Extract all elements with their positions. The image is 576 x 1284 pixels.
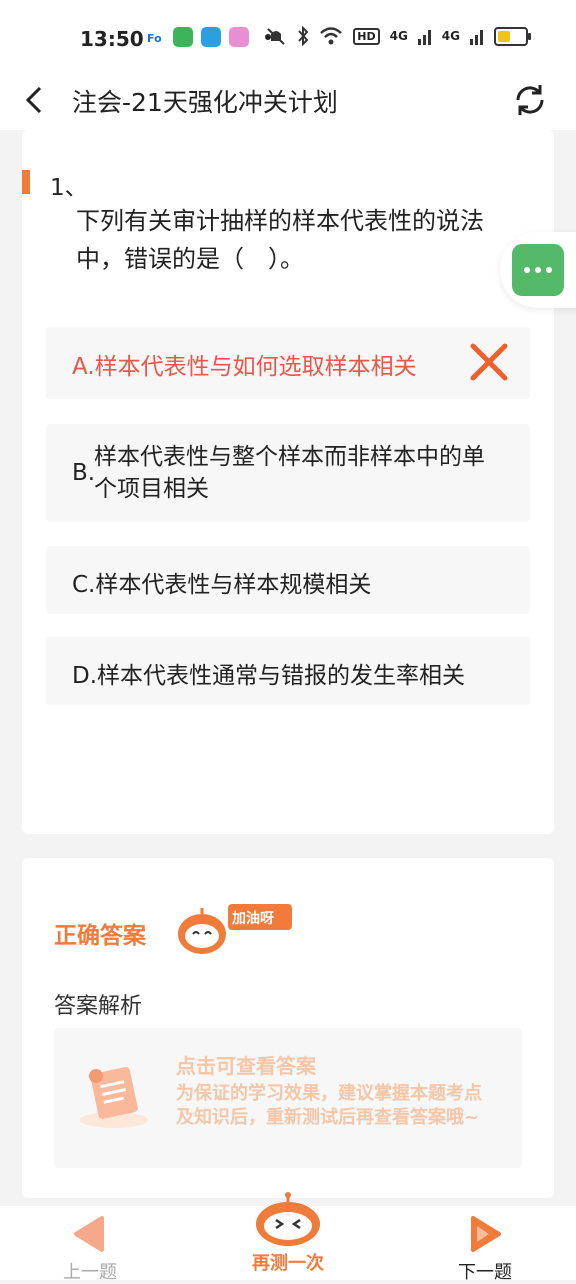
option-a-text: A.样本代表性与如何选取样本相关 <box>72 354 417 380</box>
app-header: 注会-21天强化冲关计划 <box>0 72 576 130</box>
dot-icon <box>546 267 552 273</box>
status-indicators: HD 4G 4G <box>265 26 531 46</box>
svg-text:Fo: Fo <box>147 32 162 45</box>
option-a[interactable]: A.样本代表性与如何选取样本相关 <box>46 327 530 399</box>
dot-icon <box>535 267 541 273</box>
question-number: 1、 <box>50 175 88 201</box>
view-answer-tip: 为保证的学习效果，建议掌握本题考点及知识后，重新测试后再查看答案哦~ <box>176 1083 482 1128</box>
back-arrow-icon[interactable] <box>16 80 56 120</box>
scroll-icon <box>80 1067 148 1128</box>
option-b[interactable]: B. 样本代表性与整个样本而非样本中的单个项目相关 <box>46 424 530 522</box>
bottom-nav: 上一题 再测一次 下一题 <box>0 1192 576 1283</box>
option-b-letter: B. <box>72 460 96 486</box>
analysis-label: 答案解析 <box>54 994 143 1019</box>
status-bar: 13:50 Fo HD 4G 4G <box>0 0 576 72</box>
prev-label: 上一题 <box>63 1262 117 1283</box>
option-d-text: D.样本代表性通常与错报的发生率相关 <box>72 663 466 689</box>
game-app-icon <box>229 27 249 47</box>
view-answer-title: 点击可查看答案 <box>176 1054 316 1078</box>
dot-icon <box>524 267 530 273</box>
correct-answer-label: 正确答案 <box>54 923 146 949</box>
option-c-text: C.样本代表性与样本规模相关 <box>72 572 372 598</box>
status-time: 13:50 <box>80 27 144 51</box>
page-title: 注会-21天强化冲关计划 <box>72 88 338 117</box>
signal-bars-icon-2 <box>470 30 483 45</box>
hd-badge: HD <box>353 27 380 45</box>
more-options-button[interactable] <box>512 244 564 296</box>
question-marker <box>22 170 30 194</box>
bluetooth-icon <box>298 26 309 46</box>
next-question-button[interactable]: 下一题 <box>455 1210 515 1283</box>
floating-menu <box>500 232 576 308</box>
refresh-icon[interactable] <box>510 80 550 120</box>
retry-label: 再测一次 <box>252 1253 324 1274</box>
wrong-x-icon <box>470 343 508 381</box>
option-d[interactable]: D.样本代表性通常与错报的发生率相关 <box>46 637 530 705</box>
app-icon-1: Fo <box>145 27 165 47</box>
signal-4g-2: 4G <box>441 29 460 43</box>
mute-icon <box>267 28 285 45</box>
answer-card: 正确答案 加油呀 答案解析 点击可查看答案 为保证的学习效果，建议掌握本题考点及… <box>22 858 554 1198</box>
question-card: 1、 下列有关审计抽样的样本代表性的说法中，错误的是（ ）。 A.样本代表性与如… <box>22 130 554 834</box>
status-app-icons: Fo <box>145 27 271 47</box>
signal-4g-1: 4G <box>389 29 408 43</box>
view-answer-box[interactable]: 点击可查看答案 为保证的学习效果，建议掌握本题考点及知识后，重新测试后再查看答案… <box>54 1028 522 1168</box>
mascot-retry-icon <box>256 1192 320 1246</box>
option-b-text: 样本代表性与整个样本而非样本中的单个项目相关 <box>94 444 485 502</box>
next-label: 下一题 <box>458 1262 512 1283</box>
question-text: 下列有关审计抽样的样本代表性的说法中，错误的是（ ）。 <box>76 207 484 273</box>
message-app-icon <box>173 27 193 47</box>
cheer-badge: 加油呀 <box>232 911 274 927</box>
telegram-app-icon <box>201 27 221 47</box>
option-c[interactable]: C.样本代表性与样本规模相关 <box>46 546 530 614</box>
battery-icon <box>494 26 531 46</box>
next-triangle-icon <box>471 1216 501 1252</box>
signal-bars-icon <box>417 30 431 45</box>
prev-triangle-icon <box>74 1216 104 1252</box>
mascot-cheer-icon <box>178 904 292 954</box>
prev-question-button[interactable]: 上一题 <box>60 1210 120 1283</box>
retry-button[interactable]: 再测一次 <box>238 1192 338 1278</box>
wifi-icon <box>320 27 343 45</box>
